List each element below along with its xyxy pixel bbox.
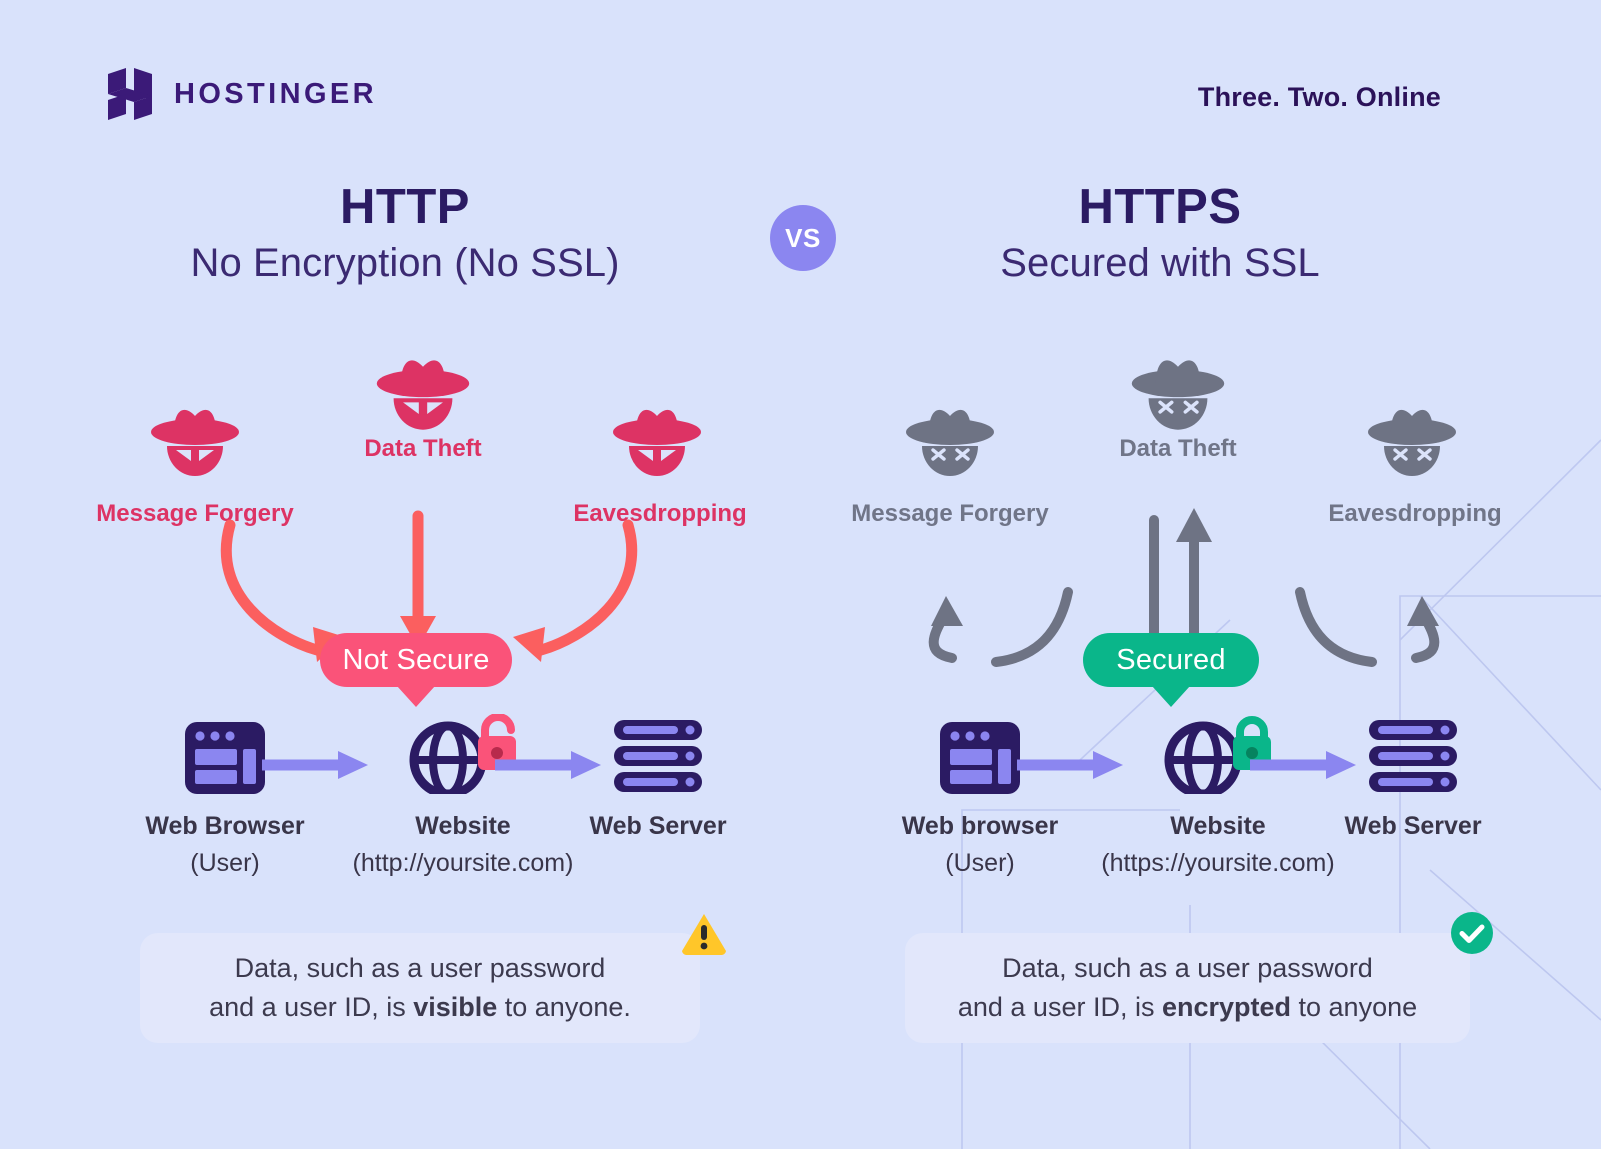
threat-label-data-theft-blocked: Data Theft — [1119, 435, 1237, 462]
node-name: Web Server — [1344, 812, 1482, 840]
callout-line-2-before: and a user ID, is — [957, 992, 1162, 1022]
node-name: Web browser — [901, 812, 1059, 840]
server-stack-icon — [1369, 720, 1457, 792]
status-badge-not-secure: Not Secure — [320, 633, 512, 707]
check-circle-icon — [1451, 912, 1493, 954]
brand-tagline: Three. Two. Online — [1197, 82, 1441, 112]
status-badge-label: Secured — [1116, 643, 1226, 676]
status-badge-label: Not Secure — [342, 643, 490, 676]
node-meta: (User) — [945, 849, 1015, 877]
spy-icon-eavesdropping-blocked — [1368, 409, 1456, 476]
callout-line-1: Data, such as a user password — [234, 952, 606, 983]
browser-window-icon — [940, 722, 1020, 794]
node-icon-wrap — [528, 710, 788, 794]
callout-line-2-after: to anyone. — [497, 992, 631, 1022]
callout-line-2-after: to anyone — [1291, 992, 1418, 1022]
protocol-title-http: HTTP — [340, 180, 470, 234]
vs-label: VS — [785, 222, 821, 253]
callout-https: Data, such as a user password and a user… — [905, 912, 1493, 1043]
node-name: Web Browser — [145, 812, 305, 840]
spy-icon-data-theft-blocked — [1131, 360, 1225, 430]
node-name: Web Server — [589, 812, 727, 840]
callout-emphasis: encrypted — [1161, 992, 1292, 1022]
warning-triangle-icon — [682, 914, 726, 955]
node-web-server: Web Server — [1283, 710, 1543, 849]
infographic-canvas: HOSTINGER Three. Two. Online HTTP No Enc… — [0, 0, 1601, 1149]
callout-line-1: Data, such as a user password — [1002, 952, 1373, 983]
callout-http: Data, such as a user password and a user… — [140, 914, 726, 1043]
vs-badge: VS — [770, 205, 836, 271]
column-heading-http: HTTP No Encryption (No SSL) — [85, 180, 725, 287]
node-web-browser: Web Browser (User) — [95, 710, 355, 878]
protocol-title-https: HTTPS — [1078, 180, 1242, 234]
node-icon-wrap — [1283, 710, 1543, 794]
spy-icon-message-forgery — [151, 409, 239, 476]
column-heading-https: HTTPS Secured with SSL — [840, 180, 1480, 287]
brand-logo: HOSTINGER — [108, 68, 377, 120]
protocol-subtitle-https: Secured with SSL — [1000, 240, 1320, 285]
status-badge-secured: Secured — [1083, 633, 1259, 707]
spy-icon-data-theft — [376, 360, 470, 430]
callout-emphasis: visible — [413, 992, 498, 1022]
panel-http: Message Forgery Data Theft Eavesdropping… — [45, 330, 805, 950]
protocol-subtitle-http: No Encryption (No SSL) — [190, 240, 620, 285]
node-web-server: Web Server — [528, 710, 788, 849]
spy-icon-message-forgery-blocked — [906, 409, 994, 476]
node-meta: (https://yoursite.com) — [1101, 849, 1335, 877]
brand-name: HOSTINGER — [174, 77, 377, 110]
server-stack-icon — [614, 720, 702, 792]
panel-https: Message Forgery Data Theft Eavesdropping… — [800, 330, 1560, 950]
hostinger-h-logo-icon — [108, 68, 152, 120]
badge-tail — [1152, 686, 1190, 707]
callout-line-2-before: and a user ID, is — [209, 992, 414, 1022]
callout-text: Data, such as a user password and a user… — [209, 949, 631, 1028]
node-web-browser: Web browser (User) — [850, 710, 1110, 878]
node-meta: (User) — [190, 849, 260, 877]
badge-tail — [397, 686, 435, 707]
threat-label-data-theft: Data Theft — [364, 435, 482, 462]
callout-text: Data, such as a user password and a user… — [958, 949, 1417, 1028]
browser-window-icon — [185, 722, 265, 794]
node-meta: (http://yoursite.com) — [352, 849, 574, 877]
spy-icon-eavesdropping — [613, 409, 701, 476]
